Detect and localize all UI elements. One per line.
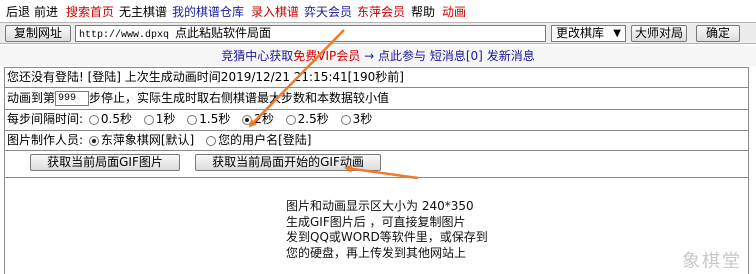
- info-note: 图片和动画显示区大小为 240*350 生成GIF图片后 ，可直接复制图片 发到…: [286, 199, 496, 261]
- arrow-to-interval: [248, 29, 345, 128]
- arrow-to-gif-animation: [344, 164, 419, 180]
- watermark-logo: 象棋堂: [682, 251, 742, 272]
- note-line: 发到QQ或WORD等软件里，或保存到: [286, 230, 488, 245]
- note-line: 生成GIF图片后 ，可直接复制图片: [286, 214, 466, 229]
- note-line: 您的硬盘，再上传发到其他网站上: [286, 245, 467, 260]
- note-line: 图片和动画显示区大小为 240*350: [286, 199, 474, 213]
